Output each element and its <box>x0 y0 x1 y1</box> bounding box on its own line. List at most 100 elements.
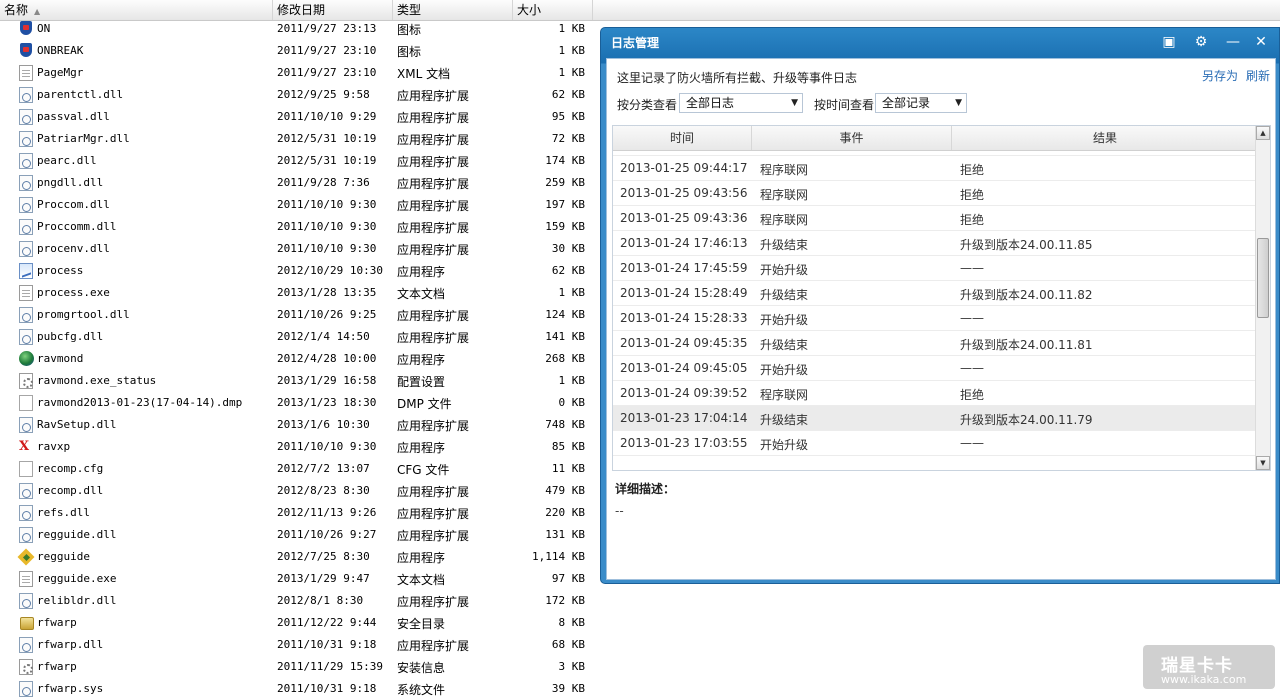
file-row[interactable]: Proccom.dll 2011/10/10 9:30 应用程序扩展 197 KB <box>0 194 600 216</box>
log-row[interactable]: 2013-01-24 15:28:49 升级结束 升级到版本24.00.11.82 <box>613 281 1258 306</box>
blank-icon <box>19 461 33 477</box>
scroll-up-icon[interactable]: ▲ <box>1256 126 1270 140</box>
log-time: 2013-01-24 15:28:49 <box>620 286 748 300</box>
column-header-result[interactable]: 结果 <box>952 126 1258 150</box>
log-row[interactable]: 2013-01-24 09:45:05 开始升级 —— <box>613 356 1258 381</box>
file-size: 30 KB <box>551 242 585 255</box>
log-description: 这里记录了防火墙所有拦截、升级等事件日志 <box>617 71 858 85</box>
log-table-scrollbar[interactable]: ▲ ▼ <box>1255 126 1270 470</box>
dll-icon <box>19 329 33 345</box>
dll-icon <box>19 307 33 323</box>
file-row[interactable]: ON 2011/9/27 23:13 图标 1 KB <box>0 18 600 40</box>
log-row[interactable]: 2013-01-25 09:43:56 程序联网 拒绝 <box>613 181 1258 206</box>
file-row[interactable]: rfwarp.dll 2011/10/31 9:18 应用程序扩展 68 KB <box>0 634 600 656</box>
log-row[interactable]: 2013-01-24 15:28:33 开始升级 —— <box>613 306 1258 331</box>
dll-icon <box>19 109 33 125</box>
file-size: 1 KB <box>558 66 586 79</box>
column-header-type[interactable]: 类型 <box>393 0 513 20</box>
log-row[interactable]: 2013-01-23 17:04:14 升级结束 升级到版本24.00.11.79 <box>613 406 1258 431</box>
log-time: 2013-01-24 09:45:35 <box>620 336 748 350</box>
file-row[interactable]: pearc.dll 2012/5/31 10:19 应用程序扩展 174 KB <box>0 150 600 172</box>
file-date: 2012/4/28 10:00 <box>277 352 377 365</box>
file-date: 2011/10/10 9:29 <box>277 110 377 123</box>
refresh-link[interactable]: 刷新 <box>1246 67 1270 84</box>
file-row[interactable]: procenv.dll 2011/10/10 9:30 应用程序扩展 30 KB <box>0 238 600 260</box>
file-row[interactable]: refs.dll 2012/11/13 9:26 应用程序扩展 220 KB <box>0 502 600 524</box>
file-row[interactable]: regguide.exe 2013/1/29 9:47 文本文档 97 KB <box>0 568 600 590</box>
detail-label: 详细描述： <box>615 482 676 496</box>
log-row[interactable]: 2013-01-25 09:43:36 程序联网 拒绝 <box>613 206 1258 231</box>
category-filter-select[interactable]: 全部日志 ▼ <box>679 93 803 113</box>
file-row[interactable]: RavSetup.dll 2013/1/6 10:30 应用程序扩展 748 KB <box>0 414 600 436</box>
file-row[interactable]: promgrtool.dll 2011/10/26 9:25 应用程序扩展 124 K… <box>0 304 600 326</box>
file-size: 748 KB <box>545 418 585 431</box>
file-row[interactable]: PatriarMgr.dll 2012/5/31 10:19 应用程序扩展 72 KB <box>0 128 600 150</box>
file-row[interactable]: relibldr.dll 2012/8/1 8:30 应用程序扩展 172 KB <box>0 590 600 612</box>
file-row[interactable]: ravmond2013-01-23(17-04-14).dmp 2013/1/23… <box>0 392 600 414</box>
file-type: 图标 <box>397 45 422 59</box>
file-row[interactable]: rfwarp 2011/12/22 9:44 安全目录 8 KB <box>0 612 600 634</box>
file-row[interactable]: rfwarp.sys 2011/10/31 9:18 系统文件 39 KB <box>0 678 600 700</box>
file-row[interactable]: recomp.dll 2012/8/23 8:30 应用程序扩展 479 KB <box>0 480 600 502</box>
scroll-down-icon[interactable]: ▼ <box>1256 456 1270 470</box>
column-header-event[interactable]: 事件 <box>752 126 952 150</box>
log-time: 2013-01-25 09:43:36 <box>620 211 748 225</box>
file-row[interactable]: parentctl.dll 2012/9/25 9:58 应用程序扩展 62 KB <box>0 84 600 106</box>
file-row[interactable]: ONBREAK 2011/9/27 23:10 图标 1 KB <box>0 40 600 62</box>
log-row[interactable]: 2013-01-24 09:39:52 程序联网 拒绝 <box>613 381 1258 406</box>
file-row[interactable]: pubcfg.dll 2012/1/4 14:50 应用程序扩展 141 KB <box>0 326 600 348</box>
log-row[interactable]: 2013-01-24 17:45:59 开始升级 —— <box>613 256 1258 281</box>
minimize-icon[interactable]: — <box>1223 32 1243 52</box>
file-type: CFG 文件 <box>397 463 450 477</box>
log-event: 开始升级 <box>760 263 809 277</box>
file-size: 39 KB <box>551 682 585 695</box>
file-row[interactable]: regguide 2012/7/25 8:30 应用程序 1,114 KB <box>0 546 600 568</box>
file-row[interactable]: process 2012/10/29 10:30 应用程序 62 KB <box>0 260 600 282</box>
log-row[interactable]: 2013-01-24 17:46:13 升级结束 升级到版本24.00.11.85 <box>613 231 1258 256</box>
file-row[interactable]: rfwarp 2011/11/29 15:39 安装信息 3 KB <box>0 656 600 678</box>
column-header-name[interactable]: 名称 ▲ <box>0 0 273 20</box>
save-as-link[interactable]: 另存为 <box>1202 67 1238 84</box>
file-type: 应用程序扩展 <box>397 309 470 323</box>
log-result: 升级到版本24.00.11.82 <box>960 288 1093 302</box>
file-size: 1 KB <box>558 286 586 299</box>
time-filter-select[interactable]: 全部记录 ▼ <box>875 93 967 113</box>
log-time: 2013-01-24 09:39:52 <box>620 386 748 400</box>
file-row[interactable]: PageMgr 2011/9/27 23:10 XML 文档 1 KB <box>0 62 600 84</box>
column-header-size[interactable]: 大小 <box>513 0 593 20</box>
gear-icon[interactable]: ⚙ <box>1191 32 1211 52</box>
file-row[interactable]: regguide.dll 2011/10/26 9:27 应用程序扩展 131 KB <box>0 524 600 546</box>
log-result: 升级到版本24.00.11.85 <box>960 238 1093 252</box>
dll-icon <box>19 527 33 543</box>
column-header-modified[interactable]: 修改日期 <box>273 0 393 20</box>
log-result: —— <box>960 361 984 375</box>
dropdown-menu-icon[interactable]: ▣ <box>1159 32 1179 52</box>
file-row[interactable]: recomp.cfg 2012/7/2 13:07 CFG 文件 11 KB <box>0 458 600 480</box>
file-type: 安全目录 <box>397 617 446 631</box>
gear-icon <box>19 373 33 389</box>
title-bar[interactable]: 日志管理 ▣ ⚙ — ✕ <box>601 28 1279 56</box>
x-icon <box>19 439 33 455</box>
log-row[interactable]: 2013-01-25 09:44:17 程序联网 拒绝 <box>613 156 1258 181</box>
file-row[interactable]: ravxp 2011/10/10 9:30 应用程序 85 KB <box>0 436 600 458</box>
file-type: 应用程序扩展 <box>397 485 470 499</box>
file-name: pearc.dll <box>37 154 97 167</box>
file-row[interactable]: passval.dll 2011/10/10 9:29 应用程序扩展 95 KB <box>0 106 600 128</box>
scroll-thumb[interactable] <box>1257 238 1269 318</box>
file-row[interactable]: ravmond.exe_status 2013/1/29 16:58 配置设置 1 K… <box>0 370 600 392</box>
file-name: PageMgr <box>37 66 84 79</box>
log-row[interactable]: 2013-01-24 09:45:35 升级结束 升级到版本24.00.11.81 <box>613 331 1258 356</box>
file-date: 2011/9/27 23:13 <box>277 22 377 35</box>
column-header-time[interactable]: 时间 <box>613 126 752 150</box>
file-row[interactable]: process.exe 2013/1/28 13:35 文本文档 1 KB <box>0 282 600 304</box>
doc-icon <box>19 285 33 301</box>
file-date: 2013/1/23 18:30 <box>277 396 377 409</box>
log-row[interactable]: 2013-01-23 17:03:55 开始升级 —— <box>613 431 1258 456</box>
close-icon[interactable]: ✕ <box>1251 32 1271 52</box>
file-size: 174 KB <box>545 154 585 167</box>
file-row[interactable]: ravmond 2012/4/28 10:00 应用程序 268 KB <box>0 348 600 370</box>
file-size: 172 KB <box>545 594 585 607</box>
file-name: rfwarp.dll <box>37 638 104 651</box>
file-row[interactable]: Proccomm.dll 2011/10/10 9:30 应用程序扩展 159 KB <box>0 216 600 238</box>
file-row[interactable]: pngdll.dll 2011/9/28 7:36 应用程序扩展 259 KB <box>0 172 600 194</box>
